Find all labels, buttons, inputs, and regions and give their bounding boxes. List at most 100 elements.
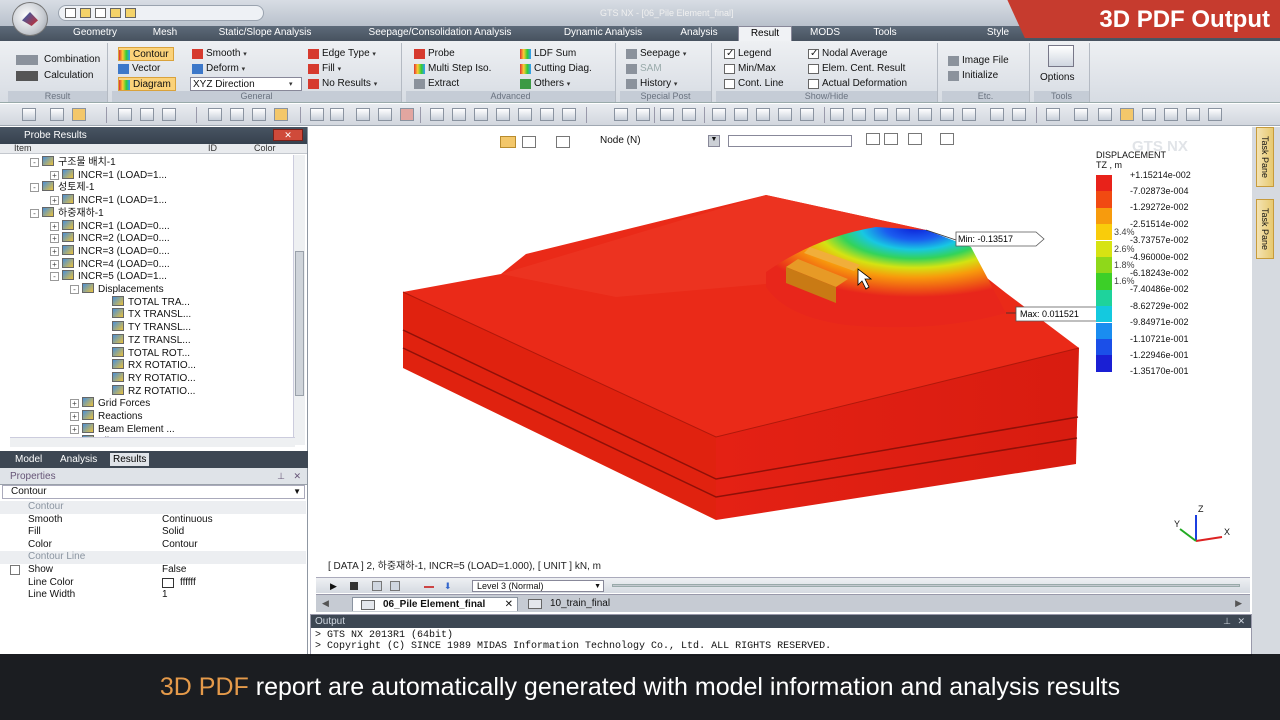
close-output-icon[interactable]: ✕ — [1237, 615, 1245, 628]
chevron-down-icon[interactable]: ▼ — [293, 486, 301, 498]
open-recent-icon[interactable] — [110, 8, 121, 18]
right-view-icon[interactable] — [896, 108, 910, 121]
collapse-icon[interactable]: - — [70, 285, 79, 294]
close-tab-icon[interactable]: ✕ — [505, 598, 513, 612]
style-menu[interactable]: Style — [980, 26, 1016, 41]
no-results-dropdown[interactable]: No Results ▾ — [308, 77, 384, 91]
property-row[interactable]: Smooth Continuous — [0, 514, 306, 527]
record-icon[interactable] — [372, 581, 382, 591]
close-properties-icon[interactable]: ✕ — [293, 468, 301, 485]
property-value[interactable]: False — [162, 564, 186, 576]
property-row[interactable]: Show False — [0, 564, 306, 577]
seepage-dropdown[interactable]: Seepage ▾ — [626, 47, 693, 61]
color-icon[interactable] — [636, 108, 650, 121]
edge-type-dropdown[interactable]: Edge Type ▾ — [308, 47, 382, 61]
tab-static-slope[interactable]: Static/Slope Analysis — [200, 26, 330, 41]
direction-select[interactable]: XYZ Direction ▾ — [190, 77, 302, 91]
options-icon[interactable] — [1048, 45, 1074, 67]
color-swatch[interactable] — [162, 577, 174, 588]
expand-icon[interactable]: + — [50, 170, 59, 180]
tab-geometry[interactable]: Geometry — [60, 26, 130, 41]
iso-view-2-icon[interactable] — [990, 108, 1004, 121]
open-folder-icon[interactable] — [80, 8, 91, 18]
column-color[interactable]: Color — [254, 143, 276, 153]
image-file-button[interactable]: Image File — [948, 54, 1009, 68]
pen-icon[interactable] — [614, 108, 628, 121]
property-value[interactable]: Contour — [162, 539, 198, 551]
diagram-button[interactable]: Diagram — [118, 77, 176, 91]
tree-item[interactable]: + INCR=2 (LOAD=0.... — [50, 232, 170, 245]
minus-icon[interactable] — [424, 586, 434, 588]
tree-item[interactable]: TZ TRANSL... — [100, 333, 191, 347]
tree-item[interactable]: + INCR=1 (LOAD=1... — [50, 168, 167, 182]
tree-item[interactable]: TX TRANSL... — [100, 308, 191, 321]
cube-view-2-icon[interactable] — [1074, 108, 1088, 121]
bottom-view-icon[interactable] — [918, 108, 932, 121]
property-value[interactable]: ffffff — [180, 577, 196, 589]
fill-dropdown[interactable]: Fill ▾ — [308, 62, 348, 76]
mesh-view-icon[interactable] — [310, 108, 324, 121]
property-value[interactable]: Solid — [162, 526, 184, 538]
tree-item[interactable]: - 하중재하-1 — [30, 206, 104, 220]
tree-item[interactable]: TOTAL ROT... — [100, 346, 190, 360]
property-category[interactable]: Contour — [0, 501, 306, 514]
property-category[interactable]: Contour Line — [0, 551, 306, 564]
zoom-window-icon[interactable] — [682, 108, 696, 121]
zoom-in-icon[interactable] — [712, 108, 726, 121]
measure-tool-icon[interactable] — [162, 108, 176, 121]
feature-icon[interactable] — [474, 108, 488, 121]
collapse-icon[interactable]: - — [30, 158, 39, 167]
tree-item[interactable]: + INCR=1 (LOAD=1... — [50, 194, 167, 207]
play-icon[interactable]: ▶ — [330, 581, 340, 591]
horizontal-scrollbar[interactable] — [10, 437, 295, 447]
tab-mods[interactable]: MODS — [800, 26, 850, 41]
tab-analysis-panel[interactable]: Analysis — [57, 453, 100, 466]
property-row[interactable]: Line Color ffffff — [0, 577, 306, 590]
dynamic-view-icon[interactable] — [800, 108, 814, 121]
probe-button[interactable]: Probe — [414, 47, 455, 61]
cont-line-checkbox[interactable]: Cont. Line — [724, 77, 784, 91]
expand-icon[interactable]: + — [70, 424, 79, 434]
doc-tab-train[interactable]: 10_train_final — [520, 597, 640, 611]
tree-item[interactable]: RX ROTATIO... — [100, 359, 196, 372]
download-icon[interactable]: ⬇ — [444, 581, 454, 591]
multi-step-iso-button[interactable]: Multi Step Iso. — [414, 62, 491, 76]
tree-item[interactable]: - INCR=5 (LOAD=1... — [50, 270, 167, 283]
scrollbar-thumb[interactable] — [295, 251, 304, 396]
cube-view-4-icon[interactable] — [1142, 108, 1156, 121]
show-all-icon[interactable] — [400, 108, 414, 121]
deform-dropdown[interactable]: Deform ▾ — [192, 62, 252, 76]
properties-object-select[interactable]: Contour ▼ — [2, 485, 305, 499]
smooth-dropdown[interactable]: Smooth ▾ — [192, 47, 253, 61]
transparent-icon[interactable] — [496, 108, 510, 121]
iso-view-3-icon[interactable] — [1012, 108, 1026, 121]
vertical-scrollbar[interactable] — [293, 155, 305, 445]
zoom-fit-icon[interactable] — [660, 108, 674, 121]
expand-icon[interactable]: + — [50, 246, 59, 256]
zoom-out-icon[interactable] — [734, 108, 748, 121]
property-row[interactable]: Line Width 1 — [0, 589, 306, 602]
select-tool-icon[interactable] — [22, 108, 36, 121]
tab-dynamic[interactable]: Dynamic Analysis — [548, 26, 658, 41]
highlight-tool-icon[interactable] — [274, 108, 288, 121]
close-icon[interactable]: ✕ — [273, 129, 303, 141]
combination-button[interactable]: Combination — [16, 53, 100, 67]
legend-checkbox[interactable]: Legend — [724, 47, 771, 61]
group-view-icon[interactable] — [356, 108, 370, 121]
node-tool-icon[interactable] — [230, 108, 244, 121]
cube-view-7-icon[interactable] — [1208, 108, 1222, 121]
top-view-icon[interactable] — [852, 108, 866, 121]
property-row[interactable]: Color Contour — [0, 539, 306, 552]
app-logo-icon[interactable] — [12, 2, 48, 36]
extract-button[interactable]: Extract — [414, 77, 459, 91]
tree-item[interactable]: RZ ROTATIO... — [100, 384, 195, 398]
actual-deformation-checkbox[interactable]: Actual Deformation — [808, 77, 907, 91]
tabs-scroll-right-icon[interactable]: ▶ — [1235, 598, 1242, 609]
tree-item[interactable]: - Displacements — [70, 283, 164, 296]
collapse-icon[interactable]: - — [50, 272, 59, 282]
folder-icon[interactable] — [125, 8, 136, 18]
tree-item[interactable]: + Reactions — [70, 410, 142, 423]
model-viewport[interactable]: Node (N) ▼ GTS NX Min: -0.13517 Max: 0.0… — [316, 127, 1252, 575]
cutting-diag-button[interactable]: Cutting Diag. — [520, 62, 592, 76]
cube-view-5-icon[interactable] — [1164, 108, 1178, 121]
